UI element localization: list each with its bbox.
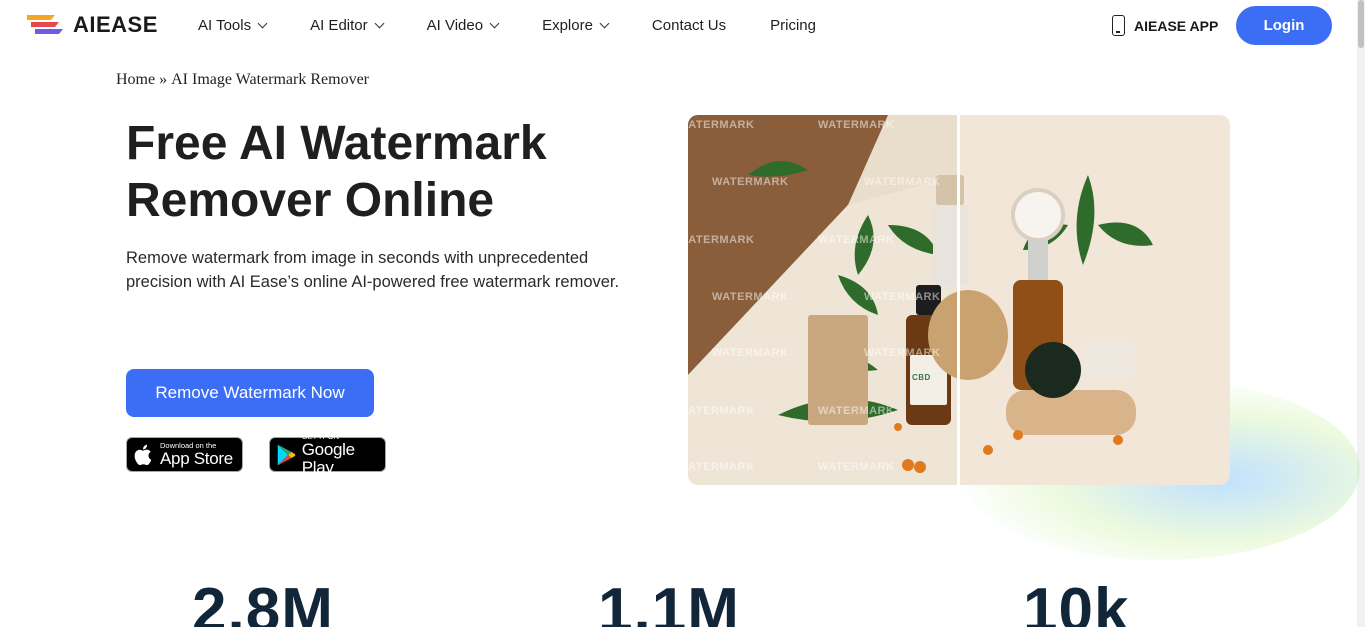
watermark-text: WATERMARK xyxy=(818,461,895,473)
chevron-down-icon xyxy=(489,18,500,29)
before-after-image[interactable]: WATERMARK WATERMARK WATERMARK WATERMARK … xyxy=(688,115,1230,485)
watermark-text: WATERMARK xyxy=(712,291,789,303)
title-line-1: Free AI Watermark xyxy=(126,117,547,170)
google-play-badge[interactable]: GET IT ON Google Play xyxy=(269,432,386,477)
google-play-icon xyxy=(277,444,296,465)
nav-contact-us[interactable]: Contact Us xyxy=(652,17,726,34)
bottle-label: CBD xyxy=(912,373,931,382)
page-scrollbar[interactable] xyxy=(1357,0,1365,627)
watermark-overlay: WATERMARK WATERMARK WATERMARK WATERMARK … xyxy=(688,115,958,485)
watermark-text: WATERMARK xyxy=(688,234,755,246)
scrollbar-thumb[interactable] xyxy=(1358,0,1364,48)
app-store-badge[interactable]: Download on the App Store xyxy=(126,437,243,472)
nav-label: AI Tools xyxy=(198,17,252,34)
watermark-text: WATERMARK xyxy=(818,405,895,417)
main-nav: AI Tools AI Editor AI Video Explore Cont… xyxy=(198,17,816,34)
hero-description: Remove watermark from image in seconds w… xyxy=(126,249,620,291)
chevron-down-icon xyxy=(599,18,610,29)
watermark-text: WATERMARK xyxy=(864,176,941,188)
watermark-text: WATERMARK xyxy=(818,234,895,246)
nav-label: AI Video xyxy=(426,17,484,34)
watermark-text: WATERMARK xyxy=(864,291,941,303)
site-header: AIEASE AI Tools AI Editor AI Video Explo… xyxy=(0,0,1357,52)
stat-value: 10k xyxy=(1023,576,1130,627)
watermark-text: WATERMARK xyxy=(712,347,789,359)
apple-icon xyxy=(134,444,152,465)
google-play-text: GET IT ON Google Play xyxy=(302,432,379,477)
nav-explore[interactable]: Explore xyxy=(542,17,610,34)
stat-value: 1.1M xyxy=(598,576,740,627)
stat-value: 2.8M xyxy=(192,576,334,627)
nav-ai-editor[interactable]: AI Editor xyxy=(310,17,385,34)
nav-label: Explore xyxy=(542,17,593,34)
watermark-text: WATERMARK xyxy=(688,405,755,417)
watermark-text: WATERMARK xyxy=(864,347,941,359)
nav-label: Contact Us xyxy=(651,17,727,34)
remove-watermark-button[interactable]: Remove Watermark Now xyxy=(126,369,374,417)
phone-icon xyxy=(1112,15,1125,36)
logo[interactable]: AIEASE xyxy=(25,12,158,38)
nav-label: Pricing xyxy=(770,17,816,34)
logo-text: AIEASE xyxy=(73,12,158,37)
login-button[interactable]: Login xyxy=(1236,6,1332,45)
nav-ai-tools[interactable]: AI Tools xyxy=(198,17,268,34)
nav-ai-video[interactable]: AI Video xyxy=(426,17,500,34)
breadcrumb: Home » AI Image Watermark Remover xyxy=(116,71,369,89)
breadcrumb-current: AI Image Watermark Remover xyxy=(171,71,369,88)
nav-label: AI Editor xyxy=(310,17,368,34)
watermark-text: WATERMARK xyxy=(712,176,789,188)
watermark-text: WATERMARK xyxy=(688,119,755,131)
chevron-down-icon xyxy=(374,18,385,29)
google-play-big: Google Play xyxy=(301,440,355,477)
watermark-text: WATERMARK xyxy=(818,119,895,131)
app-store-text: Download on the App Store xyxy=(160,441,233,468)
watermark-text: WATERMARK xyxy=(688,461,755,473)
chevron-down-icon xyxy=(257,18,268,29)
app-download-link[interactable]: AIEASE APP xyxy=(1112,15,1218,36)
breadcrumb-separator: » xyxy=(159,71,168,88)
title-line-2: Remover Online xyxy=(126,174,495,227)
nav-pricing[interactable]: Pricing xyxy=(770,17,816,34)
aiease-logo-icon xyxy=(27,15,63,34)
app-link-label: AIEASE APP xyxy=(1134,17,1219,34)
page-title: Free AI Watermark Remover Online xyxy=(126,115,646,229)
breadcrumb-home[interactable]: Home xyxy=(116,71,155,89)
app-store-big: App Store xyxy=(160,449,233,468)
